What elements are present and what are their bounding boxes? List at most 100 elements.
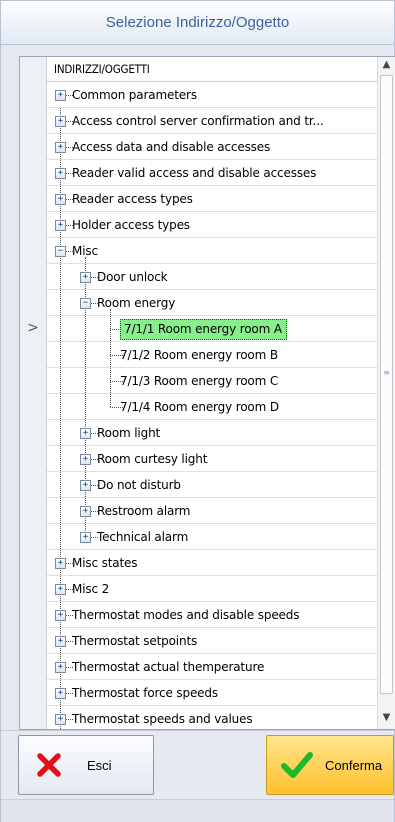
tree-row[interactable]: + Holder access types bbox=[20, 212, 378, 239]
tree-node-label[interactable]: Technical alarm bbox=[97, 524, 188, 550]
plus-box-icon[interactable]: + bbox=[80, 532, 91, 543]
tree-node-label[interactable]: Thermostat modes and disable speeds bbox=[72, 602, 300, 628]
tree-node-label[interactable]: Thermostat actual themperature bbox=[72, 654, 264, 680]
row-selector[interactable] bbox=[20, 576, 47, 602]
tree-node-label[interactable]: Common parameters bbox=[72, 82, 197, 108]
plus-box-icon[interactable]: + bbox=[55, 168, 66, 179]
tree-node-label[interactable]: 7/1/4 Room energy room D bbox=[120, 394, 279, 420]
plus-box-icon[interactable]: + bbox=[80, 480, 91, 491]
row-selector[interactable] bbox=[20, 134, 47, 160]
row-selector[interactable] bbox=[20, 342, 47, 368]
tree-node-label[interactable]: Misc states bbox=[72, 550, 138, 576]
current-row-indicator-icon[interactable]: > bbox=[20, 316, 47, 342]
tree-node-label[interactable]: Room light bbox=[97, 420, 160, 446]
plus-box-icon[interactable]: + bbox=[55, 688, 66, 699]
row-selector[interactable] bbox=[20, 550, 47, 576]
row-selector[interactable] bbox=[20, 82, 47, 108]
row-selector[interactable] bbox=[20, 602, 47, 628]
plus-box-icon[interactable]: + bbox=[55, 558, 66, 569]
scroll-up-arrow-icon[interactable]: ▲ bbox=[378, 57, 395, 73]
tree-row[interactable]: + Restroom alarm bbox=[20, 498, 378, 525]
scrollbar-thumb[interactable]: ≡ bbox=[380, 75, 393, 694]
tree-row[interactable]: + Do not disturb bbox=[20, 472, 378, 499]
plus-box-icon[interactable]: + bbox=[55, 662, 66, 673]
minus-box-icon[interactable]: − bbox=[80, 298, 91, 309]
tree-row[interactable]: − Room energy bbox=[20, 290, 378, 317]
tree-node-label[interactable]: Access control server confirmation and t… bbox=[72, 108, 324, 134]
column-header-addresses[interactable]: INDIRIZZI/OGGETTI bbox=[54, 57, 150, 82]
tree-row[interactable]: + Reader valid access and disable accesse… bbox=[20, 160, 378, 187]
row-selector[interactable] bbox=[20, 290, 47, 316]
tree-row[interactable]: + Thermostat force speeds bbox=[20, 680, 378, 707]
row-selector[interactable] bbox=[20, 160, 47, 186]
cancel-button[interactable]: Esci bbox=[18, 735, 154, 795]
row-selector[interactable] bbox=[20, 706, 47, 729]
row-selector[interactable] bbox=[20, 498, 47, 524]
selected-node-label[interactable]: 7/1/1 Room energy room A bbox=[120, 319, 287, 340]
tree-row[interactable]: + Common parameters bbox=[20, 82, 378, 108]
tree-row[interactable]: 7/1/3 Room energy room C bbox=[20, 368, 378, 395]
row-selector[interactable] bbox=[20, 264, 47, 290]
tree-node-label[interactable]: Holder access types bbox=[72, 212, 190, 238]
row-selector[interactable] bbox=[20, 212, 47, 238]
tree-row[interactable]: + Misc states bbox=[20, 550, 378, 577]
tree-row[interactable]: + Room light bbox=[20, 420, 378, 447]
tree-node-label[interactable]: Misc 2 bbox=[72, 576, 109, 602]
row-selector[interactable] bbox=[20, 238, 47, 264]
address-tree-grid[interactable]: INDIRIZZI/OGGETTI + Common parameters + Acc… bbox=[19, 56, 395, 730]
tree-row[interactable]: + Room curtesy light bbox=[20, 446, 378, 473]
row-selector[interactable] bbox=[20, 524, 47, 550]
row-selector[interactable] bbox=[20, 108, 47, 134]
row-selector[interactable] bbox=[20, 420, 47, 446]
tree-row[interactable]: + Thermostat setpoints bbox=[20, 628, 378, 655]
tree-node-label[interactable]: Thermostat speeds and values bbox=[72, 706, 253, 729]
plus-box-icon[interactable]: + bbox=[55, 584, 66, 595]
tree-node-label[interactable]: Room energy bbox=[97, 290, 175, 316]
row-selector[interactable] bbox=[20, 186, 47, 212]
plus-box-icon[interactable]: + bbox=[80, 454, 91, 465]
plus-box-icon[interactable]: + bbox=[55, 194, 66, 205]
tree-row[interactable]: 7/1/2 Room energy room B bbox=[20, 342, 378, 369]
row-selector[interactable] bbox=[20, 368, 47, 394]
tree-node-label[interactable]: 7/1/3 Room energy room C bbox=[120, 368, 278, 394]
confirm-button[interactable]: Conferma bbox=[266, 735, 394, 795]
tree-node-label[interactable]: Access data and disable accesses bbox=[72, 134, 270, 160]
vertical-scrollbar[interactable]: ▲ ≡ ▼ bbox=[377, 57, 395, 729]
tree-row[interactable]: + Misc 2 bbox=[20, 576, 378, 603]
tree-row[interactable]: + Door unlock bbox=[20, 264, 378, 291]
tree-row[interactable]: + Thermostat actual themperature bbox=[20, 654, 378, 681]
row-selector[interactable] bbox=[20, 628, 47, 654]
tree-node-label[interactable]: Door unlock bbox=[97, 264, 168, 290]
plus-box-icon[interactable]: + bbox=[55, 714, 66, 725]
tree-node-label[interactable]: Restroom alarm bbox=[97, 498, 191, 524]
tree-node-label[interactable]: 7/1/2 Room energy room B bbox=[120, 342, 278, 368]
tree-row[interactable]: >7/1/1 Room energy room A bbox=[20, 316, 378, 343]
plus-box-icon[interactable]: + bbox=[55, 142, 66, 153]
tree-node-label[interactable]: Thermostat setpoints bbox=[72, 628, 197, 654]
tree-row[interactable]: + Access control server confirmation and … bbox=[20, 108, 378, 135]
row-selector[interactable] bbox=[20, 680, 47, 706]
row-selector[interactable] bbox=[20, 654, 47, 680]
tree-node-label[interactable]: Reader access types bbox=[72, 186, 193, 212]
plus-box-icon[interactable]: + bbox=[80, 272, 91, 283]
row-selector[interactable] bbox=[20, 472, 47, 498]
tree-node-label[interactable]: Misc bbox=[72, 238, 98, 264]
scroll-down-arrow-icon[interactable]: ▼ bbox=[378, 710, 395, 726]
plus-box-icon[interactable]: + bbox=[55, 116, 66, 127]
tree-node-label[interactable]: Thermostat force speeds bbox=[72, 680, 218, 706]
tree-node-label[interactable]: Do not disturb bbox=[97, 472, 181, 498]
tree-row[interactable]: + Access data and disable accesses bbox=[20, 134, 378, 161]
plus-box-icon[interactable]: + bbox=[80, 506, 91, 517]
plus-box-icon[interactable]: + bbox=[80, 428, 91, 439]
row-selector[interactable] bbox=[20, 394, 47, 420]
tree-node-label[interactable]: Reader valid access and disable accesses bbox=[72, 160, 316, 186]
tree-row[interactable]: + Thermostat speeds and values bbox=[20, 706, 378, 729]
tree-row[interactable]: + Thermostat modes and disable speeds bbox=[20, 602, 378, 629]
tree-row[interactable]: + Technical alarm bbox=[20, 524, 378, 551]
tree-row[interactable]: 7/1/4 Room energy room D bbox=[20, 394, 378, 421]
plus-box-icon[interactable]: + bbox=[55, 636, 66, 647]
plus-box-icon[interactable]: + bbox=[55, 220, 66, 231]
tree-row[interactable]: + Reader access types bbox=[20, 186, 378, 213]
row-selector[interactable] bbox=[20, 446, 47, 472]
tree-row[interactable]: − Misc bbox=[20, 238, 378, 265]
